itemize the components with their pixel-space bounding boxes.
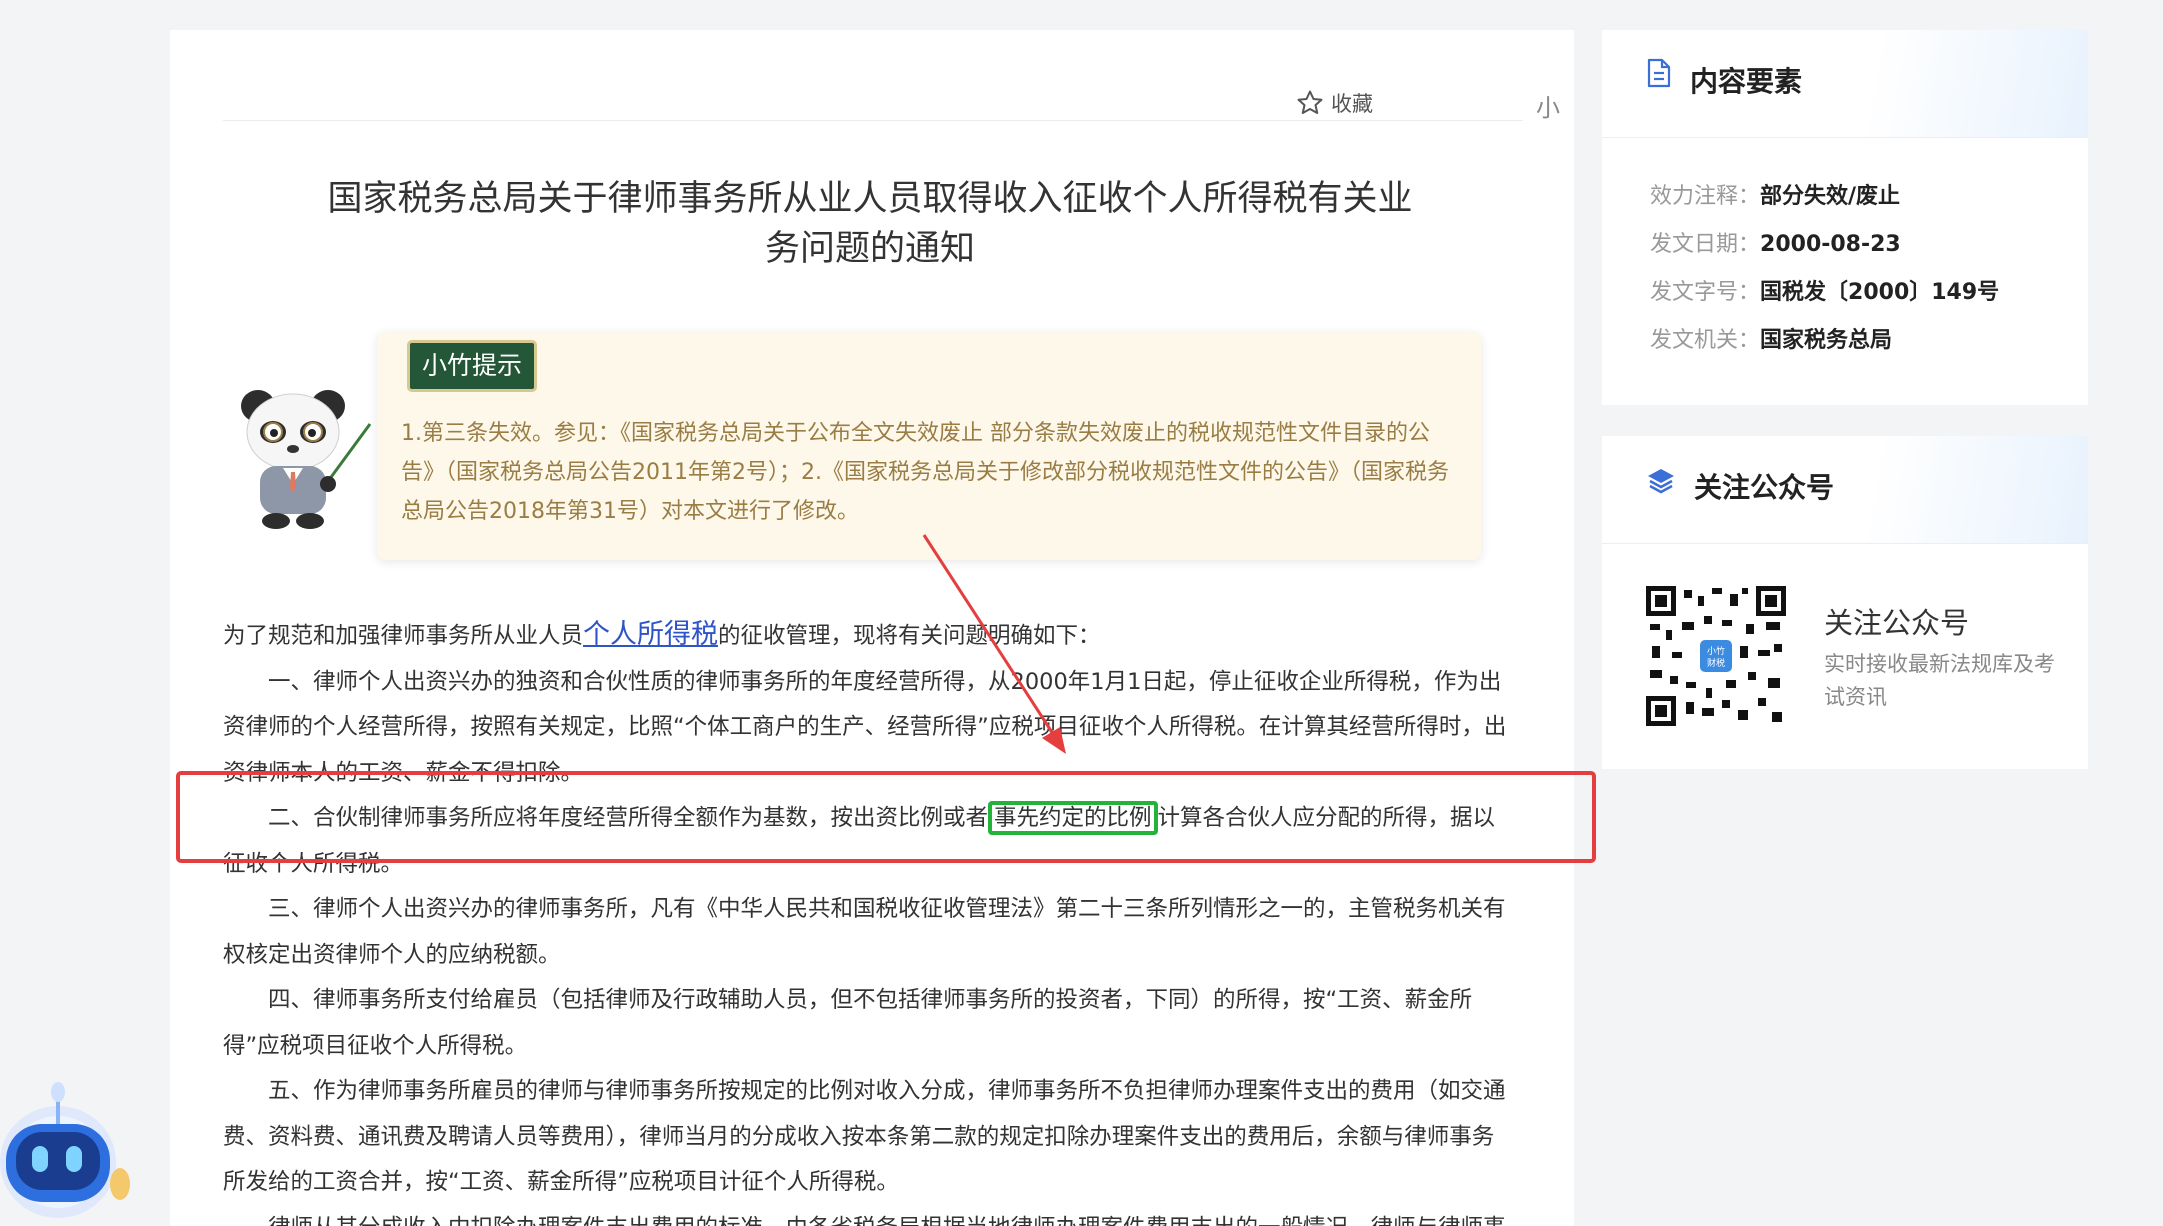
qr-subtitle: 实时接收最新法规库及考试资讯 — [1824, 652, 2055, 709]
content-elements-title: 内容要素 — [1690, 65, 1803, 98]
meta-row: 效力注释：部分失效/废止 — [1650, 184, 1901, 209]
svg-text:小竹: 小竹 — [1707, 645, 1725, 657]
document-icon — [1647, 58, 1671, 88]
content-elements-card: 内容要素 效力注释：部分失效/废止 发文日期：2000-08-23 发文字号：国… — [1602, 30, 2088, 405]
meta-row: 发文机关：国家税务总局 — [1650, 328, 1893, 353]
layers-icon — [1648, 469, 1674, 494]
content-elements-header: 内容要素 — [1602, 30, 2088, 138]
meta-row: 发文字号：国税发〔2000〕149号 — [1650, 280, 2000, 305]
follow-account-header: 关注公众号 — [1602, 436, 2088, 544]
qr-code[interactable]: 小竹 财税 — [1646, 586, 1786, 726]
follow-account-title: 关注公众号 — [1694, 471, 1835, 504]
meta-row: 发文日期：2000-08-23 — [1650, 232, 1901, 257]
qr-title: 关注公众号 — [1824, 606, 1970, 640]
svg-text:财税: 财税 — [1707, 657, 1725, 669]
follow-account-card: 关注公众号 小竹 财税 关注公众号 实时接收最新法规库及考试资讯 — [1602, 436, 2088, 769]
robot-assistant-icon[interactable] — [0, 1074, 140, 1226]
